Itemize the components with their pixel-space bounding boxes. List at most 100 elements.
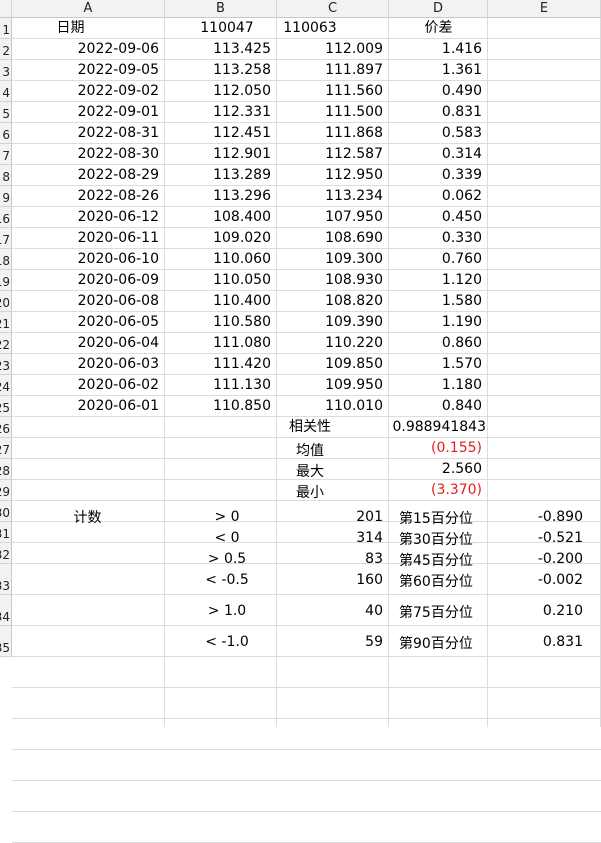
price-110063-cell[interactable]: 112.950 xyxy=(277,165,389,186)
spread-cell[interactable]: 0.860 xyxy=(389,333,488,354)
price-110063-cell[interactable]: 112.587 xyxy=(277,144,389,165)
row-header[interactable]: 22 xyxy=(0,333,12,354)
date-cell[interactable]: 2020-06-10 xyxy=(12,249,165,270)
count-cell[interactable]: 59 xyxy=(277,626,389,657)
date-cell[interactable]: 2020-06-01 xyxy=(12,396,165,417)
stat-value[interactable]: 2.560 xyxy=(389,459,488,480)
percentile-value[interactable]: 0.210 xyxy=(488,595,601,626)
spread-cell[interactable]: 0.062 xyxy=(389,186,488,207)
spread-cell[interactable]: 0.583 xyxy=(389,123,488,144)
count-cell[interactable]: 160 xyxy=(277,564,389,595)
price-110063-cell[interactable]: 108.930 xyxy=(277,270,389,291)
date-cell[interactable]: 2022-09-02 xyxy=(12,81,165,102)
header-cell-spread[interactable]: 价差 xyxy=(389,18,488,39)
select-all-corner[interactable] xyxy=(0,0,12,18)
spread-cell[interactable]: 1.570 xyxy=(389,354,488,375)
date-cell[interactable]: 2022-08-29 xyxy=(12,165,165,186)
count-cell[interactable]: 83 xyxy=(277,543,389,567)
price-110063-cell[interactable]: 108.690 xyxy=(277,228,389,249)
percentile-value[interactable]: -0.521 xyxy=(488,522,601,546)
row-header[interactable]: 4 xyxy=(0,81,12,102)
row-header[interactable]: 7 xyxy=(0,144,12,165)
row-header[interactable]: 32 xyxy=(0,543,12,564)
column-header-a[interactable]: A xyxy=(12,0,165,18)
price-110063-cell[interactable]: 110.220 xyxy=(277,333,389,354)
spread-cell[interactable]: 0.831 xyxy=(389,102,488,123)
date-cell[interactable]: 2020-06-04 xyxy=(12,333,165,354)
row-header[interactable]: 25 xyxy=(0,396,12,417)
price-110063-cell[interactable]: 111.868 xyxy=(277,123,389,144)
percentile-value[interactable]: -0.890 xyxy=(488,501,601,525)
date-cell[interactable]: 2022-09-06 xyxy=(12,39,165,60)
column-header-b[interactable]: B xyxy=(165,0,277,18)
spread-cell[interactable]: 1.180 xyxy=(389,375,488,396)
count-label[interactable]: 计数 xyxy=(11,501,164,526)
row-header[interactable]: 16 xyxy=(0,207,12,228)
price-110063-cell[interactable]: 111.500 xyxy=(277,102,389,123)
row-header[interactable]: 6 xyxy=(0,123,12,144)
date-cell[interactable]: 2020-06-05 xyxy=(12,312,165,333)
percentile-label[interactable]: 第90百分位 xyxy=(389,626,488,657)
date-cell[interactable]: 2022-09-05 xyxy=(12,60,165,81)
row-header[interactable]: 3 xyxy=(0,60,12,81)
row-header[interactable]: 26 xyxy=(0,417,12,438)
price-110047-cell[interactable]: 113.258 xyxy=(165,60,277,81)
row-header[interactable]: 20 xyxy=(0,291,12,312)
row-header[interactable]: 19 xyxy=(0,270,12,291)
spread-cell[interactable]: 0.330 xyxy=(389,228,488,249)
percentile-value[interactable]: -0.200 xyxy=(488,543,601,567)
price-110047-cell[interactable]: 112.901 xyxy=(165,144,277,165)
price-110047-cell[interactable]: 110.060 xyxy=(165,249,277,270)
row-header[interactable]: 2 xyxy=(0,39,12,60)
price-110047-cell[interactable]: 113.289 xyxy=(165,165,277,186)
price-110047-cell[interactable]: 110.400 xyxy=(165,291,277,312)
price-110047-cell[interactable]: 112.451 xyxy=(165,123,277,144)
spread-cell[interactable]: 0.490 xyxy=(389,81,488,102)
date-cell[interactable]: 2020-06-12 xyxy=(12,207,165,228)
spread-cell[interactable]: 0.840 xyxy=(389,396,488,417)
count-cell[interactable]: 314 xyxy=(277,522,389,546)
spread-cell[interactable]: 1.416 xyxy=(389,39,488,60)
row-header[interactable]: 31 xyxy=(0,522,12,543)
price-110063-cell[interactable]: 108.820 xyxy=(277,291,389,312)
percentile-label[interactable]: 第30百分位 xyxy=(389,522,488,548)
spread-cell[interactable]: 0.314 xyxy=(389,144,488,165)
percentile-value[interactable]: -0.002 xyxy=(488,564,601,595)
row-header[interactable]: 27 xyxy=(0,438,12,459)
row-header[interactable]: 9 xyxy=(0,186,12,207)
price-110063-cell[interactable]: 110.010 xyxy=(277,396,389,417)
condition-cell[interactable]: > 1.0 xyxy=(171,595,283,626)
price-110047-cell[interactable]: 110.050 xyxy=(165,270,277,291)
condition-cell[interactable]: > 0 xyxy=(171,501,283,525)
row-header[interactable]: 18 xyxy=(0,249,12,270)
stat-value[interactable]: 0.988941843 xyxy=(389,417,488,438)
spread-cell[interactable]: 0.450 xyxy=(389,207,488,228)
price-110063-cell[interactable]: 111.560 xyxy=(277,81,389,102)
condition-cell[interactable]: > 0.5 xyxy=(171,543,283,567)
price-110047-cell[interactable]: 112.050 xyxy=(165,81,277,102)
row-header[interactable]: 29 xyxy=(0,480,12,501)
date-cell[interactable]: 2022-08-30 xyxy=(12,144,165,165)
stat-label[interactable]: 最小 xyxy=(254,480,366,501)
row-header[interactable]: 24 xyxy=(0,375,12,396)
price-110047-cell[interactable]: 111.130 xyxy=(165,375,277,396)
price-110047-cell[interactable]: 110.850 xyxy=(165,396,277,417)
stat-label[interactable]: 相关性 xyxy=(254,417,366,438)
date-cell[interactable]: 2020-06-11 xyxy=(12,228,165,249)
spread-cell[interactable]: 1.120 xyxy=(389,270,488,291)
date-cell[interactable]: 2020-06-02 xyxy=(12,375,165,396)
row-header[interactable]: 21 xyxy=(0,312,12,333)
row-header[interactable]: 8 xyxy=(0,165,12,186)
price-110063-cell[interactable]: 109.850 xyxy=(277,354,389,375)
price-110063-cell[interactable]: 113.234 xyxy=(277,186,389,207)
percentile-value[interactable]: 0.831 xyxy=(488,626,601,657)
spread-cell[interactable]: 0.760 xyxy=(389,249,488,270)
percentile-label[interactable]: 第75百分位 xyxy=(389,595,488,626)
date-cell[interactable]: 2020-06-09 xyxy=(12,270,165,291)
row-header[interactable]: 28 xyxy=(0,459,12,480)
stat-value[interactable]: (3.370) xyxy=(389,480,488,501)
price-110063-cell[interactable]: 109.390 xyxy=(277,312,389,333)
price-110047-cell[interactable]: 111.080 xyxy=(165,333,277,354)
spread-cell[interactable]: 1.190 xyxy=(389,312,488,333)
count-cell[interactable]: 201 xyxy=(277,501,389,525)
